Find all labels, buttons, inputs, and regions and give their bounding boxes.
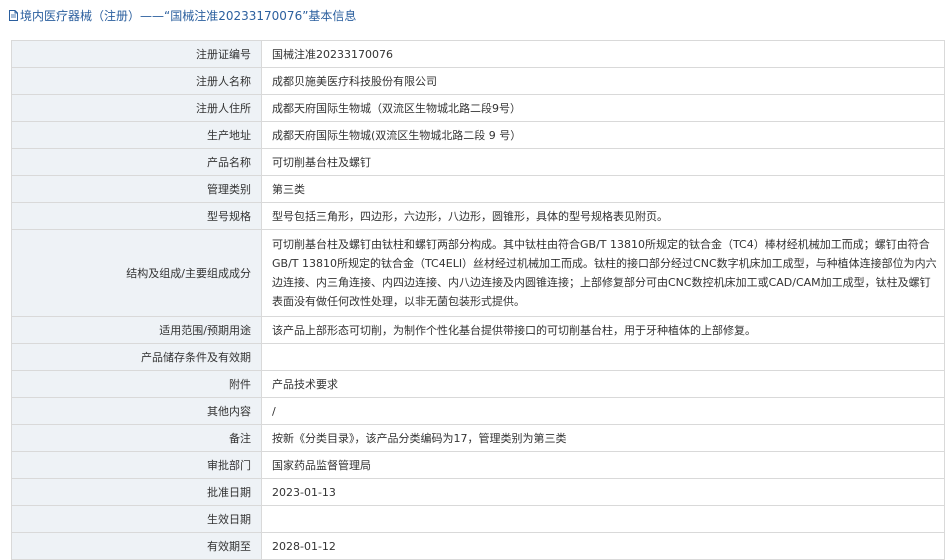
page-title: 境内医疗器械（注册）——“国械注准20233170076”基本信息 (0, 0, 951, 31)
table-row: 产品名称 可切削基台柱及螺钉 (11, 148, 945, 176)
field-label: 审批部门 (11, 451, 262, 479)
field-value: 国械注准20233170076 (261, 40, 945, 68)
field-value (261, 343, 945, 371)
field-value: 可切削基台柱及螺钉 (261, 148, 945, 176)
field-label: 生产地址 (11, 121, 262, 149)
field-label: 批准日期 (11, 478, 262, 506)
field-label: 管理类别 (11, 175, 262, 203)
field-value: 可切削基台柱及螺钉由钛柱和螺钉两部分构成。其中钛柱由符合GB/T 13810所规… (261, 229, 945, 317)
field-label: 注册人住所 (11, 94, 262, 122)
table-row: 产品储存条件及有效期 (11, 343, 945, 371)
field-value: 2023-01-13 (261, 478, 945, 506)
page-title-text: 境内医疗器械（注册）——“国械注准20233170076”基本信息 (20, 9, 357, 23)
field-label: 有效期至 (11, 532, 262, 560)
table-row: 管理类别 第三类 (11, 175, 945, 203)
field-label: 其他内容 (11, 397, 262, 425)
table-row: 型号规格 型号包括三角形，四边形，六边形，八边形，圆锥形，具体的型号规格表见附页… (11, 202, 945, 230)
field-value: 该产品上部形态可切削，为制作个性化基台提供带接口的可切削基台柱，用于牙种植体的上… (261, 316, 945, 344)
table-row: 有效期至 2028-01-12 (11, 532, 945, 560)
table-row: 备注 按新《分类目录》，该产品分类编码为17，管理类别为第三类 (11, 424, 945, 452)
field-label: 附件 (11, 370, 262, 398)
field-label: 产品名称 (11, 148, 262, 176)
field-value (261, 505, 945, 533)
field-label: 注册人名称 (11, 67, 262, 95)
document-icon (9, 10, 18, 21)
field-label: 生效日期 (11, 505, 262, 533)
field-value: 第三类 (261, 175, 945, 203)
table-row: 生效日期 (11, 505, 945, 533)
field-value: / (261, 397, 945, 425)
table-row: 审批部门 国家药品监督管理局 (11, 451, 945, 479)
field-label: 型号规格 (11, 202, 262, 230)
table-row: 注册证编号 国械注准20233170076 (11, 40, 945, 68)
table-row: 结构及组成/主要组成成分 可切削基台柱及螺钉由钛柱和螺钉两部分构成。其中钛柱由符… (11, 229, 945, 317)
table-row: 适用范围/预期用途 该产品上部形态可切削，为制作个性化基台提供带接口的可切削基台… (11, 316, 945, 344)
table-row: 附件 产品技术要求 (11, 370, 945, 398)
field-label: 备注 (11, 424, 262, 452)
field-value: 按新《分类目录》，该产品分类编码为17，管理类别为第三类 (261, 424, 945, 452)
table-row: 批准日期 2023-01-13 (11, 478, 945, 506)
field-value: 2028-01-12 (261, 532, 945, 560)
field-label: 产品储存条件及有效期 (11, 343, 262, 371)
field-value: 国家药品监督管理局 (261, 451, 945, 479)
field-value: 成都天府国际生物城(双流区生物城北路二段 9 号） (261, 121, 945, 149)
field-value: 产品技术要求 (261, 370, 945, 398)
field-label: 结构及组成/主要组成成分 (11, 229, 262, 317)
field-value: 型号包括三角形，四边形，六边形，八边形，圆锥形，具体的型号规格表见附页。 (261, 202, 945, 230)
field-value: 成都天府国际生物城（双流区生物城北路二段9号） (261, 94, 945, 122)
table-row: 注册人住所 成都天府国际生物城（双流区生物城北路二段9号） (11, 94, 945, 122)
field-value: 成都贝施美医疗科技股份有限公司 (261, 67, 945, 95)
table-row: 注册人名称 成都贝施美医疗科技股份有限公司 (11, 67, 945, 95)
field-label: 注册证编号 (11, 40, 262, 68)
table-row: 其他内容 / (11, 397, 945, 425)
info-table: 注册证编号 国械注准20233170076 注册人名称 成都贝施美医疗科技股份有… (11, 40, 945, 560)
table-row: 生产地址 成都天府国际生物城(双流区生物城北路二段 9 号） (11, 121, 945, 149)
field-label: 适用范围/预期用途 (11, 316, 262, 344)
